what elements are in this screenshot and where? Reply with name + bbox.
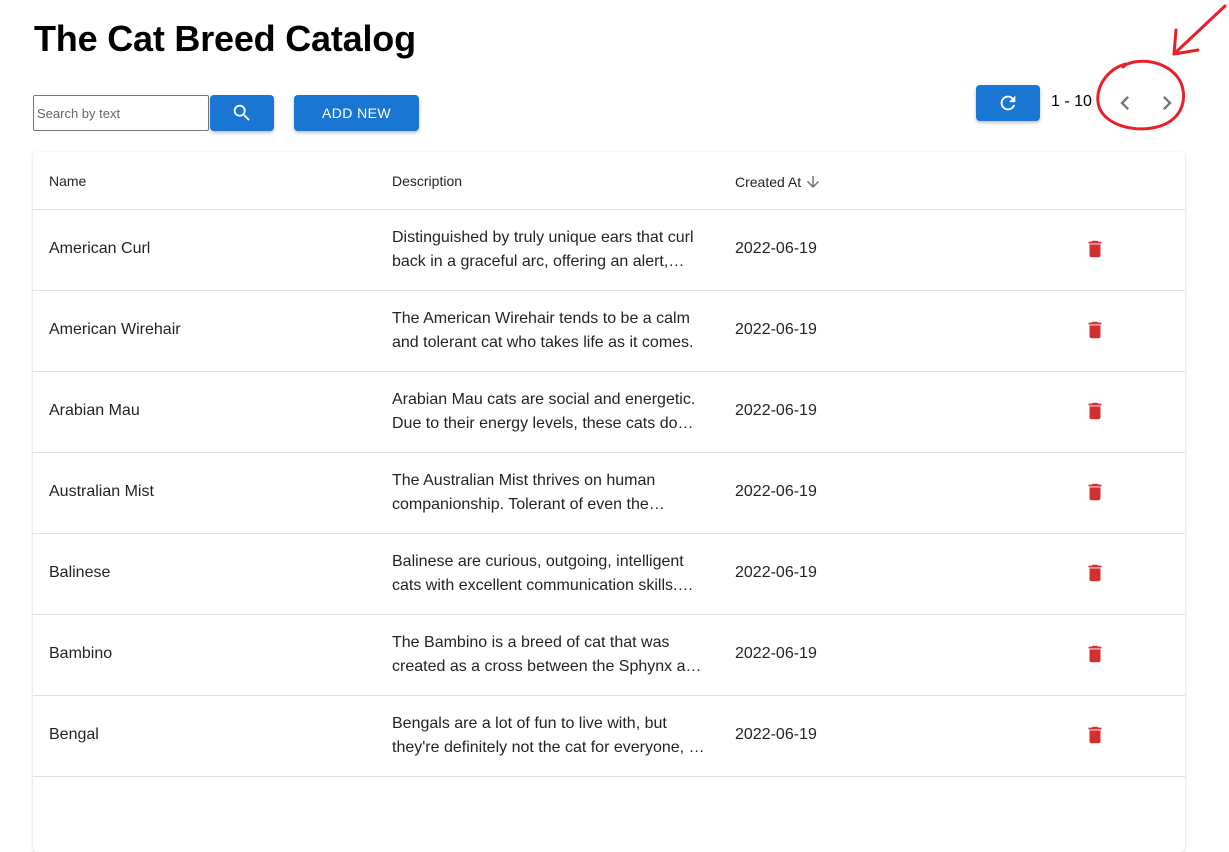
- cell-created-at: 2022-06-19: [735, 402, 817, 419]
- trash-icon: [1088, 564, 1102, 582]
- cell-name: American Wirehair: [49, 321, 181, 338]
- trash-icon: [1088, 645, 1102, 663]
- table-header: Name Description Created At: [33, 152, 1185, 210]
- table-row[interactable]: Balinese Balinese are curious, outgoing, …: [33, 534, 1185, 615]
- cell-name: Balinese: [49, 564, 111, 581]
- table-row[interactable]: American Wirehair The American Wirehair t…: [33, 291, 1185, 372]
- cell-description: Distinguished by truly unique ears that …: [392, 229, 694, 270]
- table-row[interactable]: Australian Mist The Australian Mist thriv…: [33, 453, 1185, 534]
- trash-icon: [1088, 240, 1102, 258]
- search-button[interactable]: [210, 95, 274, 131]
- page-title: The Cat Breed Catalog: [34, 18, 416, 59]
- table-body: American Curl Distinguished by truly uniq…: [33, 210, 1185, 777]
- table-row[interactable]: American Curl Distinguished by truly uniq…: [33, 210, 1185, 291]
- chevron-left-icon: [1120, 96, 1129, 110]
- cell-name: American Curl: [49, 240, 151, 257]
- cell-created-at: 2022-06-19: [735, 564, 817, 581]
- delete-button[interactable]: [1083, 480, 1107, 504]
- cell-description: Balinese are curious, outgoing, intellig…: [392, 553, 684, 594]
- trash-icon: [1088, 321, 1102, 339]
- refresh-button[interactable]: [976, 85, 1040, 121]
- table-row[interactable]: Bengal Bengals are a lot of fun to live w…: [33, 696, 1185, 777]
- pagination-range: 1 - 10: [1051, 93, 1092, 110]
- table-row[interactable]: Bambino The Bambino is a breed of cat tha…: [33, 615, 1185, 696]
- delete-button[interactable]: [1083, 561, 1107, 585]
- next-page-button[interactable]: [1152, 88, 1182, 118]
- cell-created-at: 2022-06-19: [735, 483, 817, 500]
- cell-name: Bambino: [49, 645, 113, 662]
- delete-button[interactable]: [1083, 318, 1107, 342]
- cell-description: The American Wirehair tends to be a calm…: [392, 310, 694, 351]
- column-header-name[interactable]: Name: [49, 173, 86, 189]
- delete-button[interactable]: [1083, 642, 1107, 666]
- trash-icon: [1088, 726, 1102, 744]
- delete-button[interactable]: [1083, 399, 1107, 423]
- cell-description: The Bambino is a breed of cat that was c…: [392, 634, 704, 675]
- arrow-down-icon: [807, 176, 820, 188]
- cell-description: Arabian Mau cats are social and energeti…: [392, 391, 696, 432]
- cell-name: Arabian Mau: [49, 402, 140, 419]
- cell-created-at: 2022-06-19: [735, 240, 817, 257]
- delete-button[interactable]: [1083, 237, 1107, 261]
- cell-description: Bengals are a lot of fun to live with, b…: [392, 715, 703, 756]
- cell-description: The Australian Mist thrives on human com…: [392, 472, 656, 513]
- trash-icon: [1088, 402, 1102, 420]
- add-new-button[interactable]: ADD NEW: [294, 95, 419, 131]
- cell-created-at: 2022-06-19: [735, 321, 817, 338]
- search-input[interactable]: [33, 95, 209, 131]
- cell-created-at: 2022-06-19: [735, 726, 817, 743]
- search-icon: [233, 104, 250, 121]
- trash-icon: [1088, 483, 1102, 501]
- chevron-right-icon: [1163, 96, 1172, 110]
- delete-button[interactable]: [1083, 723, 1107, 747]
- cell-name: Bengal: [49, 726, 99, 743]
- breeds-table: Name Description Created At American Cur…: [33, 152, 1185, 852]
- table-row[interactable]: Arabian Mau Arabian Mau cats are social a…: [33, 372, 1185, 453]
- column-header-created-at[interactable]: Created At: [735, 173, 822, 191]
- cell-created-at: 2022-06-19: [735, 645, 817, 662]
- column-header-description[interactable]: Description: [392, 173, 462, 189]
- cell-name: Australian Mist: [49, 483, 154, 500]
- refresh-icon: [1000, 95, 1016, 111]
- previous-page-button[interactable]: [1110, 88, 1140, 118]
